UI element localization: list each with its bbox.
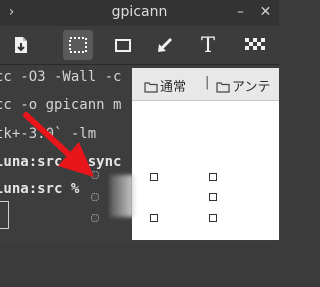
- red-arrow-annotation[interactable]: [0, 0, 279, 287]
